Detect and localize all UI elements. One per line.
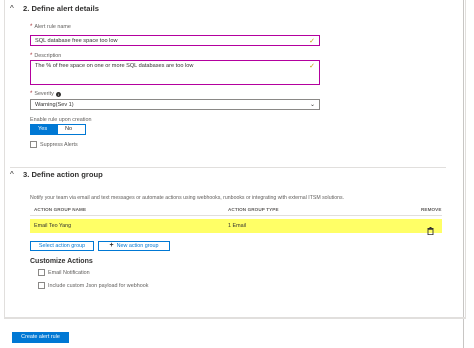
checkbox-box[interactable] xyxy=(30,141,37,148)
severity-value: Warning(Sev 1) xyxy=(35,102,74,108)
custom-json-label: Include custom Json payload for webhook xyxy=(48,282,149,289)
action-group-type: 1 Email xyxy=(228,223,246,229)
description-label-text: Description xyxy=(34,53,62,59)
email-notification-label: Email Notification xyxy=(48,269,90,276)
alert-rule-name-input[interactable]: SQL database free space too low ✓ xyxy=(30,35,320,46)
checkbox-box[interactable] xyxy=(38,269,45,276)
info-icon[interactable]: i xyxy=(55,91,61,97)
severity-label-text: Severity xyxy=(34,91,54,97)
section-3-description: Notify your team via email and text mess… xyxy=(30,195,344,201)
column-header-name: ACTION GROUP NAME xyxy=(34,207,87,212)
required-asterisk-icon: * xyxy=(30,24,33,30)
alert-rule-name-label-text: Alert rule name xyxy=(34,24,71,30)
section-3-title: 3. Define action group xyxy=(23,170,103,179)
select-action-group-button[interactable]: Select action group xyxy=(30,241,94,251)
enable-rule-label: Enable rule upon creation xyxy=(30,117,92,123)
toggle-yes[interactable]: Yes xyxy=(31,125,58,134)
select-action-group-label: Select action group xyxy=(38,243,86,249)
severity-label: * Severity i xyxy=(30,91,61,97)
description-value: The % of free space on one or more SQL d… xyxy=(35,63,194,69)
create-alert-rule-button[interactable]: Create alert rule xyxy=(12,332,69,343)
new-action-group-button[interactable]: + New action group xyxy=(98,241,170,251)
section-divider xyxy=(10,167,446,168)
section-2-header[interactable]: ^ 2. Define alert details xyxy=(10,4,99,13)
column-header-remove: REMOVE xyxy=(421,207,442,212)
severity-dropdown[interactable]: Warning(Sev 1) ⌄ xyxy=(30,99,320,110)
plus-icon: + xyxy=(109,242,114,249)
custom-json-checkbox[interactable]: Include custom Json payload for webhook xyxy=(38,282,148,289)
enable-rule-toggle[interactable]: Yes No xyxy=(30,124,86,135)
new-action-group-label: New action group xyxy=(116,243,159,249)
email-notification-checkbox[interactable]: Email Notification xyxy=(38,269,90,276)
collapse-chevron-icon[interactable]: ^ xyxy=(10,4,20,13)
checkmark-icon: ✓ xyxy=(309,63,315,70)
footer-divider xyxy=(4,318,466,319)
section-3-header[interactable]: ^ 3. Define action group xyxy=(10,170,103,179)
customize-actions-title: Customize Actions xyxy=(30,258,93,265)
suppress-alerts-label: Suppress Alerts xyxy=(40,141,78,148)
section-2-title: 2. Define alert details xyxy=(23,4,99,13)
action-group-name: Email Teo Yang xyxy=(34,223,72,229)
checkmark-icon: ✓ xyxy=(309,38,315,45)
description-label: * Description xyxy=(30,53,61,59)
trash-icon[interactable] xyxy=(427,222,434,236)
checkbox-box[interactable] xyxy=(38,282,45,289)
collapse-chevron-icon[interactable]: ^ xyxy=(10,170,20,179)
required-asterisk-icon: * xyxy=(30,53,33,59)
alert-rule-name-value: SQL database free space too low xyxy=(35,38,118,44)
suppress-alerts-checkbox[interactable]: Suppress Alerts xyxy=(30,141,78,148)
chevron-down-icon: ⌄ xyxy=(309,102,315,108)
required-asterisk-icon: * xyxy=(30,91,33,97)
description-textarea[interactable]: The % of free space on one or more SQL d… xyxy=(30,60,320,85)
column-header-type: ACTION GROUP TYPE xyxy=(228,207,279,212)
table-header-divider xyxy=(30,215,442,216)
toggle-no[interactable]: No xyxy=(58,125,85,134)
alert-rule-name-label: * Alert rule name xyxy=(30,24,71,30)
